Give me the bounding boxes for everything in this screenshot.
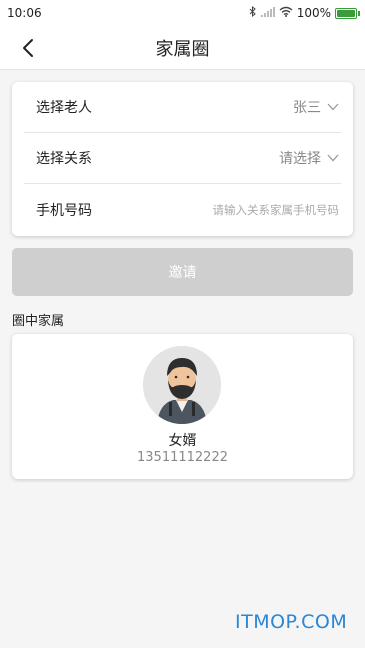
nav-bar: 家属圈	[0, 26, 365, 70]
status-time: 10:06	[7, 6, 42, 20]
battery-icon	[335, 7, 360, 19]
chevron-left-icon	[23, 39, 33, 57]
elder-value-text: 张三	[293, 100, 321, 116]
select-relation-value: 请选择	[279, 148, 339, 168]
battery-percent: 100%	[296, 6, 331, 20]
watermark-text: ITMOP.COM	[235, 611, 348, 633]
select-relation-label: 选择关系	[36, 151, 92, 167]
status-bar: 10:06 100%	[0, 0, 365, 26]
select-elder-label: 选择老人	[36, 100, 92, 116]
chevron-down-icon	[327, 154, 339, 162]
select-relation-row[interactable]: 选择关系 请选择	[24, 133, 341, 184]
relation-value-text: 请选择	[279, 151, 321, 167]
status-icons: 100%	[249, 5, 360, 20]
page-title: 家属圈	[155, 38, 210, 60]
members-section-title: 圈中家属	[12, 314, 65, 329]
invite-form-card: 选择老人 张三 选择关系 请选择 手机号码	[12, 82, 353, 236]
member-card[interactable]: 女婿 13511112222	[12, 334, 353, 479]
phone-input[interactable]	[159, 202, 339, 217]
select-elder-value: 张三	[293, 97, 339, 117]
member-relation: 女婿	[168, 433, 197, 449]
invite-button[interactable]: 邀请	[12, 248, 353, 296]
man-avatar-icon	[143, 346, 221, 424]
back-button[interactable]	[16, 36, 40, 60]
phone-label: 手机号码	[36, 202, 92, 219]
bluetooth-icon	[249, 5, 257, 20]
phone-row: 手机号码	[24, 184, 341, 235]
wifi-icon	[279, 6, 293, 20]
select-elder-row[interactable]: 选择老人 张三	[24, 82, 341, 133]
signal-icon	[260, 6, 275, 20]
chevron-down-icon	[327, 103, 339, 111]
member-phone: 13511112222	[137, 450, 228, 465]
